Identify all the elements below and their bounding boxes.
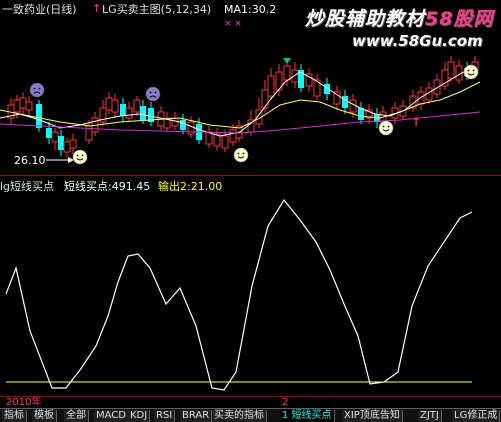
candle [417,91,425,105]
candle [342,96,348,108]
tab-rsi[interactable]: RSI [154,410,176,422]
ma-yellow-line [0,81,481,129]
star-marker-icon: × × [224,19,242,29]
candle [267,75,275,97]
indicator-chart[interactable] [0,176,501,396]
candle [63,141,71,153]
candle [180,120,186,130]
candle [36,104,42,128]
candle [358,108,364,120]
candle [133,99,141,113]
tab-all[interactable]: 全部 [64,410,89,422]
candle [69,139,77,149]
candle [229,129,237,143]
tab-indicator[interactable]: 指标 [2,410,27,422]
sell-triangle-icon [283,58,291,64]
smile-icon [233,147,249,163]
candle [120,104,126,116]
candle [25,101,33,111]
indicator-tab-bar: 指标 模板 全部 MACD KDJ RSI BRAR 买卖的指标 1 短线买点 … [0,408,501,422]
candle [441,69,449,87]
tab-kdj[interactable]: KDJ [128,410,151,422]
candle [46,128,52,138]
candle [291,69,299,83]
candle [51,131,59,143]
smile-icon [72,149,88,165]
tab-buy-sell-indicator[interactable]: 买卖的指标 [212,410,267,422]
tab-short-buy[interactable]: 1 短线买点 [280,410,335,422]
tab-brar[interactable]: BRAR [180,410,213,422]
sad-face-icon [145,86,161,102]
candle [447,61,455,79]
candle [221,135,229,149]
candle [111,99,119,113]
candles [7,56,479,158]
smile-icon [378,120,394,136]
tab-xip[interactable]: XIP顶底告知 [342,410,403,422]
tab-template[interactable]: 模板 [32,410,57,422]
candle [349,99,357,113]
candle [283,65,291,81]
candle [13,99,21,113]
low-price-label: 26.10 [14,154,46,167]
candle [125,107,133,119]
candle [19,97,27,109]
candle [261,89,269,109]
sad-face-icon [29,82,45,98]
candle [171,117,179,127]
candlestick-chart[interactable]: 26.10 ↑ × × [0,0,501,175]
smile-icon [463,64,479,80]
candle [105,97,113,111]
short-buy-line [5,198,473,391]
buy-arrow-icon: ↑ [411,115,421,129]
candle [140,106,146,120]
tab-lg-correction[interactable]: LG修正成 [452,410,501,422]
tab-zjtj[interactable]: ZJTJ [418,410,442,422]
candle [58,136,64,150]
tab-macd[interactable]: MACD [94,410,129,422]
